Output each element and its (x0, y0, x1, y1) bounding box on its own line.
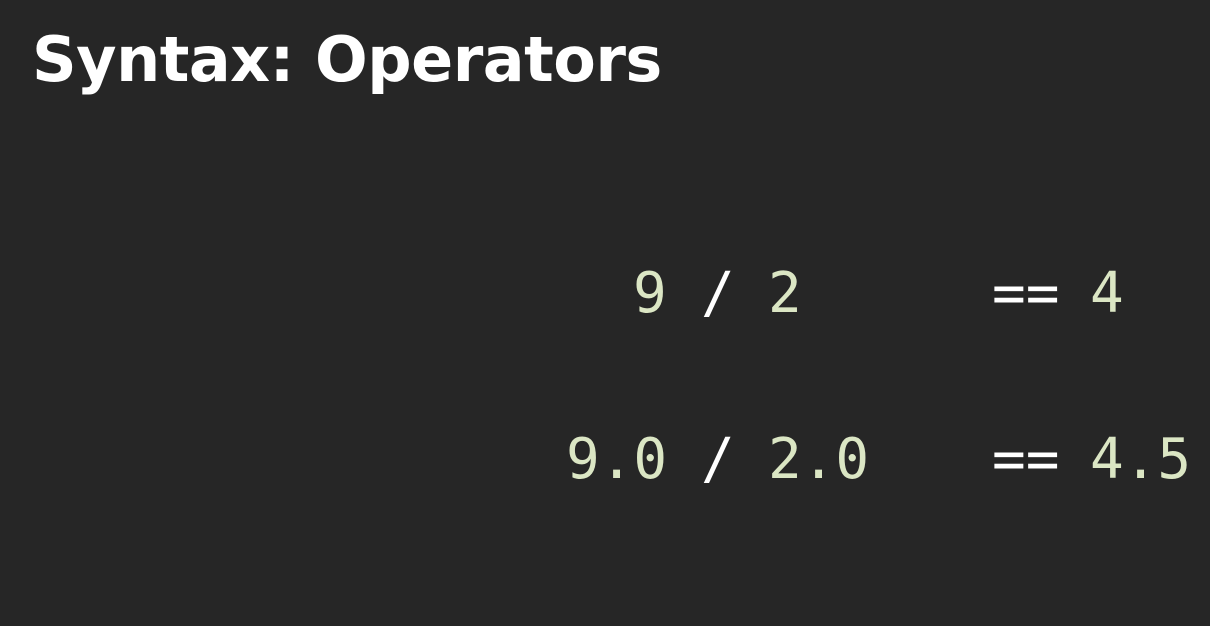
dividend: 9 (633, 261, 667, 326)
dividend: 9.0 (566, 427, 668, 492)
result: 4.5 (1090, 427, 1192, 492)
divisor: 2 (768, 261, 802, 326)
slide: Syntax: Operators 9 / 2 == 4 9.0 / 2.0 =… (0, 0, 1210, 626)
code-line-integer-division: 9 / 2 == 4 (0, 264, 1210, 324)
equality-operator: == (992, 427, 1060, 492)
divisor: 2.0 (768, 427, 870, 492)
code-line-float-division: 9.0 / 2.0 == 4.5 (0, 430, 1210, 490)
slide-title: Syntax: Operators (32, 23, 662, 96)
division-operator: / (701, 261, 735, 326)
equality-operator: == (992, 261, 1060, 326)
result: 4 (1090, 261, 1124, 326)
division-operator: / (701, 427, 735, 492)
